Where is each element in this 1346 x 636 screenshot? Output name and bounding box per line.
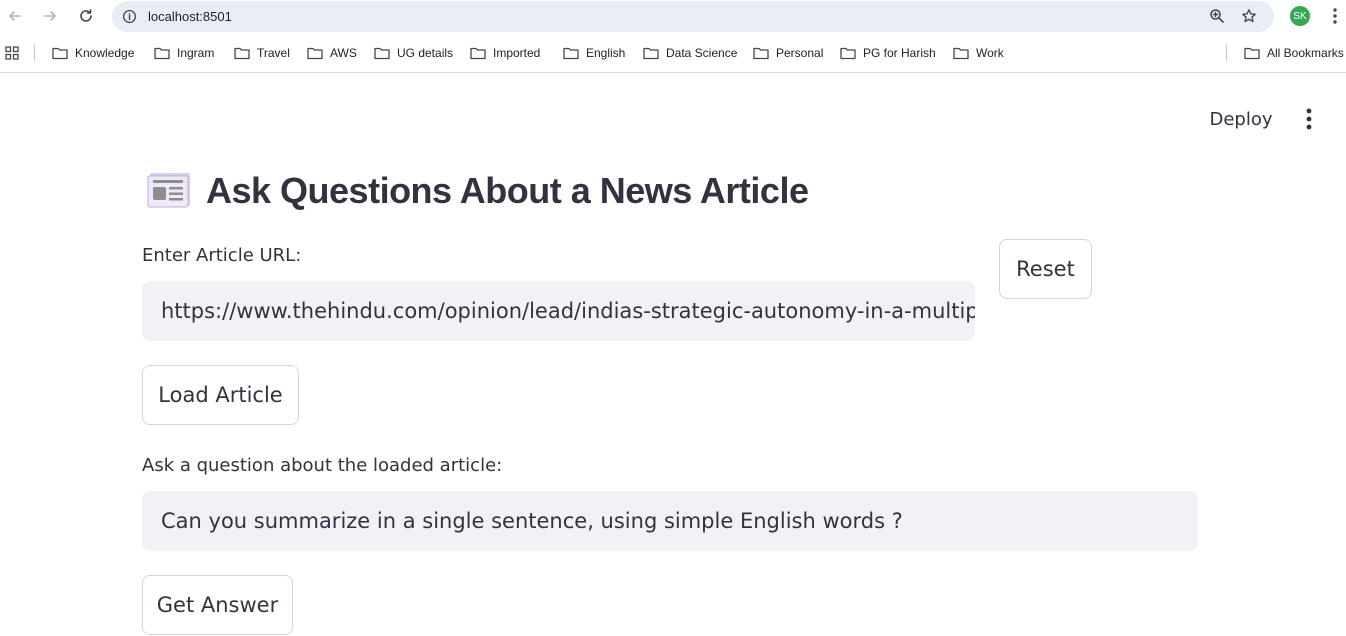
bookmark-label: PG for Harish — [863, 46, 936, 60]
arrow-left-icon — [9, 11, 21, 21]
bookmark-label: Work — [976, 46, 1004, 60]
bookmark-folder[interactable]: Personal — [753, 44, 823, 62]
bookmark-label: English — [586, 46, 626, 60]
bookmark-folder[interactable]: AWS — [307, 44, 357, 62]
folder-icon — [470, 47, 486, 60]
address-bar[interactable]: localhost:8501 — [112, 1, 1274, 32]
bookmark-folder[interactable]: English — [563, 44, 625, 62]
bookmark-folder[interactable]: UG details — [374, 44, 453, 62]
article-url-input[interactable]: https://www.thehindu.com/opinion/lead/in… — [142, 281, 975, 341]
bookmark-label: UG details — [397, 46, 454, 60]
address-bar-url: localhost:8501 — [148, 9, 232, 24]
bookmark-label: Imported — [493, 46, 541, 60]
url-field-label: Enter Article URL: — [142, 245, 302, 266]
deploy-button[interactable]: Deploy — [1196, 104, 1286, 134]
folder-icon — [307, 47, 323, 60]
page-title: Ask Questions About a News Article — [206, 170, 809, 211]
bookmarks-bar: Knowledge Ingram Travel AWS UG details I… — [0, 39, 1346, 67]
bookmark-folder[interactable]: Imported — [470, 44, 540, 62]
question-input[interactable]: Can you summarize in a single sentence, … — [142, 491, 1198, 551]
browser-toolbar: localhost:8501 SK — [0, 0, 1346, 33]
bookmarks-separator — [1226, 45, 1227, 61]
bookmarks-separator — [34, 45, 35, 61]
folder-icon — [840, 47, 856, 60]
bookmark-label: Data Science — [666, 46, 738, 60]
reload-icon — [80, 9, 92, 22]
apps-grid-icon[interactable] — [5, 46, 19, 65]
load-article-button[interactable]: Load Article — [142, 365, 299, 425]
bookmark-folder[interactable]: Data Science — [643, 44, 737, 62]
bookmark-label: AWS — [330, 46, 357, 60]
bookmark-label: Knowledge — [75, 46, 135, 60]
browser-divider — [0, 72, 1346, 73]
app-menu-icon[interactable] — [1300, 107, 1318, 136]
newspaper-icon — [146, 169, 192, 214]
all-bookmarks-button[interactable]: All Bookmarks — [1244, 44, 1344, 62]
bookmark-folder[interactable]: Work — [953, 44, 1004, 62]
arrow-right-icon — [44, 11, 56, 21]
bookmark-folder[interactable]: Ingram — [154, 44, 214, 62]
all-bookmarks-label: All Bookmarks — [1267, 46, 1344, 60]
page-title-row: Ask Questions About a News Article — [146, 165, 809, 217]
folder-icon — [753, 47, 769, 60]
folder-icon — [563, 47, 579, 60]
bookmark-label: Personal — [776, 46, 824, 60]
browser-menu-icon[interactable] — [1330, 6, 1340, 31]
forward-button[interactable] — [40, 6, 60, 26]
folder-icon — [643, 47, 659, 60]
bookmark-folder[interactable]: Travel — [234, 44, 290, 62]
zoom-icon[interactable] — [1209, 8, 1225, 29]
folder-icon — [234, 47, 250, 60]
reload-button[interactable] — [76, 6, 96, 26]
bookmark-star-icon[interactable] — [1241, 8, 1257, 29]
question-field-label: Ask a question about the loaded article: — [142, 455, 503, 476]
bookmark-folder[interactable]: PG for Harish — [840, 44, 936, 62]
bookmark-label: Ingram — [177, 46, 215, 60]
reset-button[interactable]: Reset — [999, 239, 1092, 299]
profile-avatar[interactable]: SK — [1290, 6, 1310, 26]
bookmark-label: Travel — [257, 46, 290, 60]
get-answer-button[interactable]: Get Answer — [142, 575, 293, 635]
folder-icon — [953, 47, 969, 60]
bookmark-folder[interactable]: Knowledge — [52, 44, 134, 62]
folder-icon — [52, 47, 68, 60]
folder-icon — [154, 47, 170, 60]
back-button[interactable] — [5, 6, 25, 26]
folder-icon — [1244, 47, 1260, 60]
folder-icon — [374, 47, 390, 60]
site-info-icon[interactable] — [122, 9, 137, 29]
